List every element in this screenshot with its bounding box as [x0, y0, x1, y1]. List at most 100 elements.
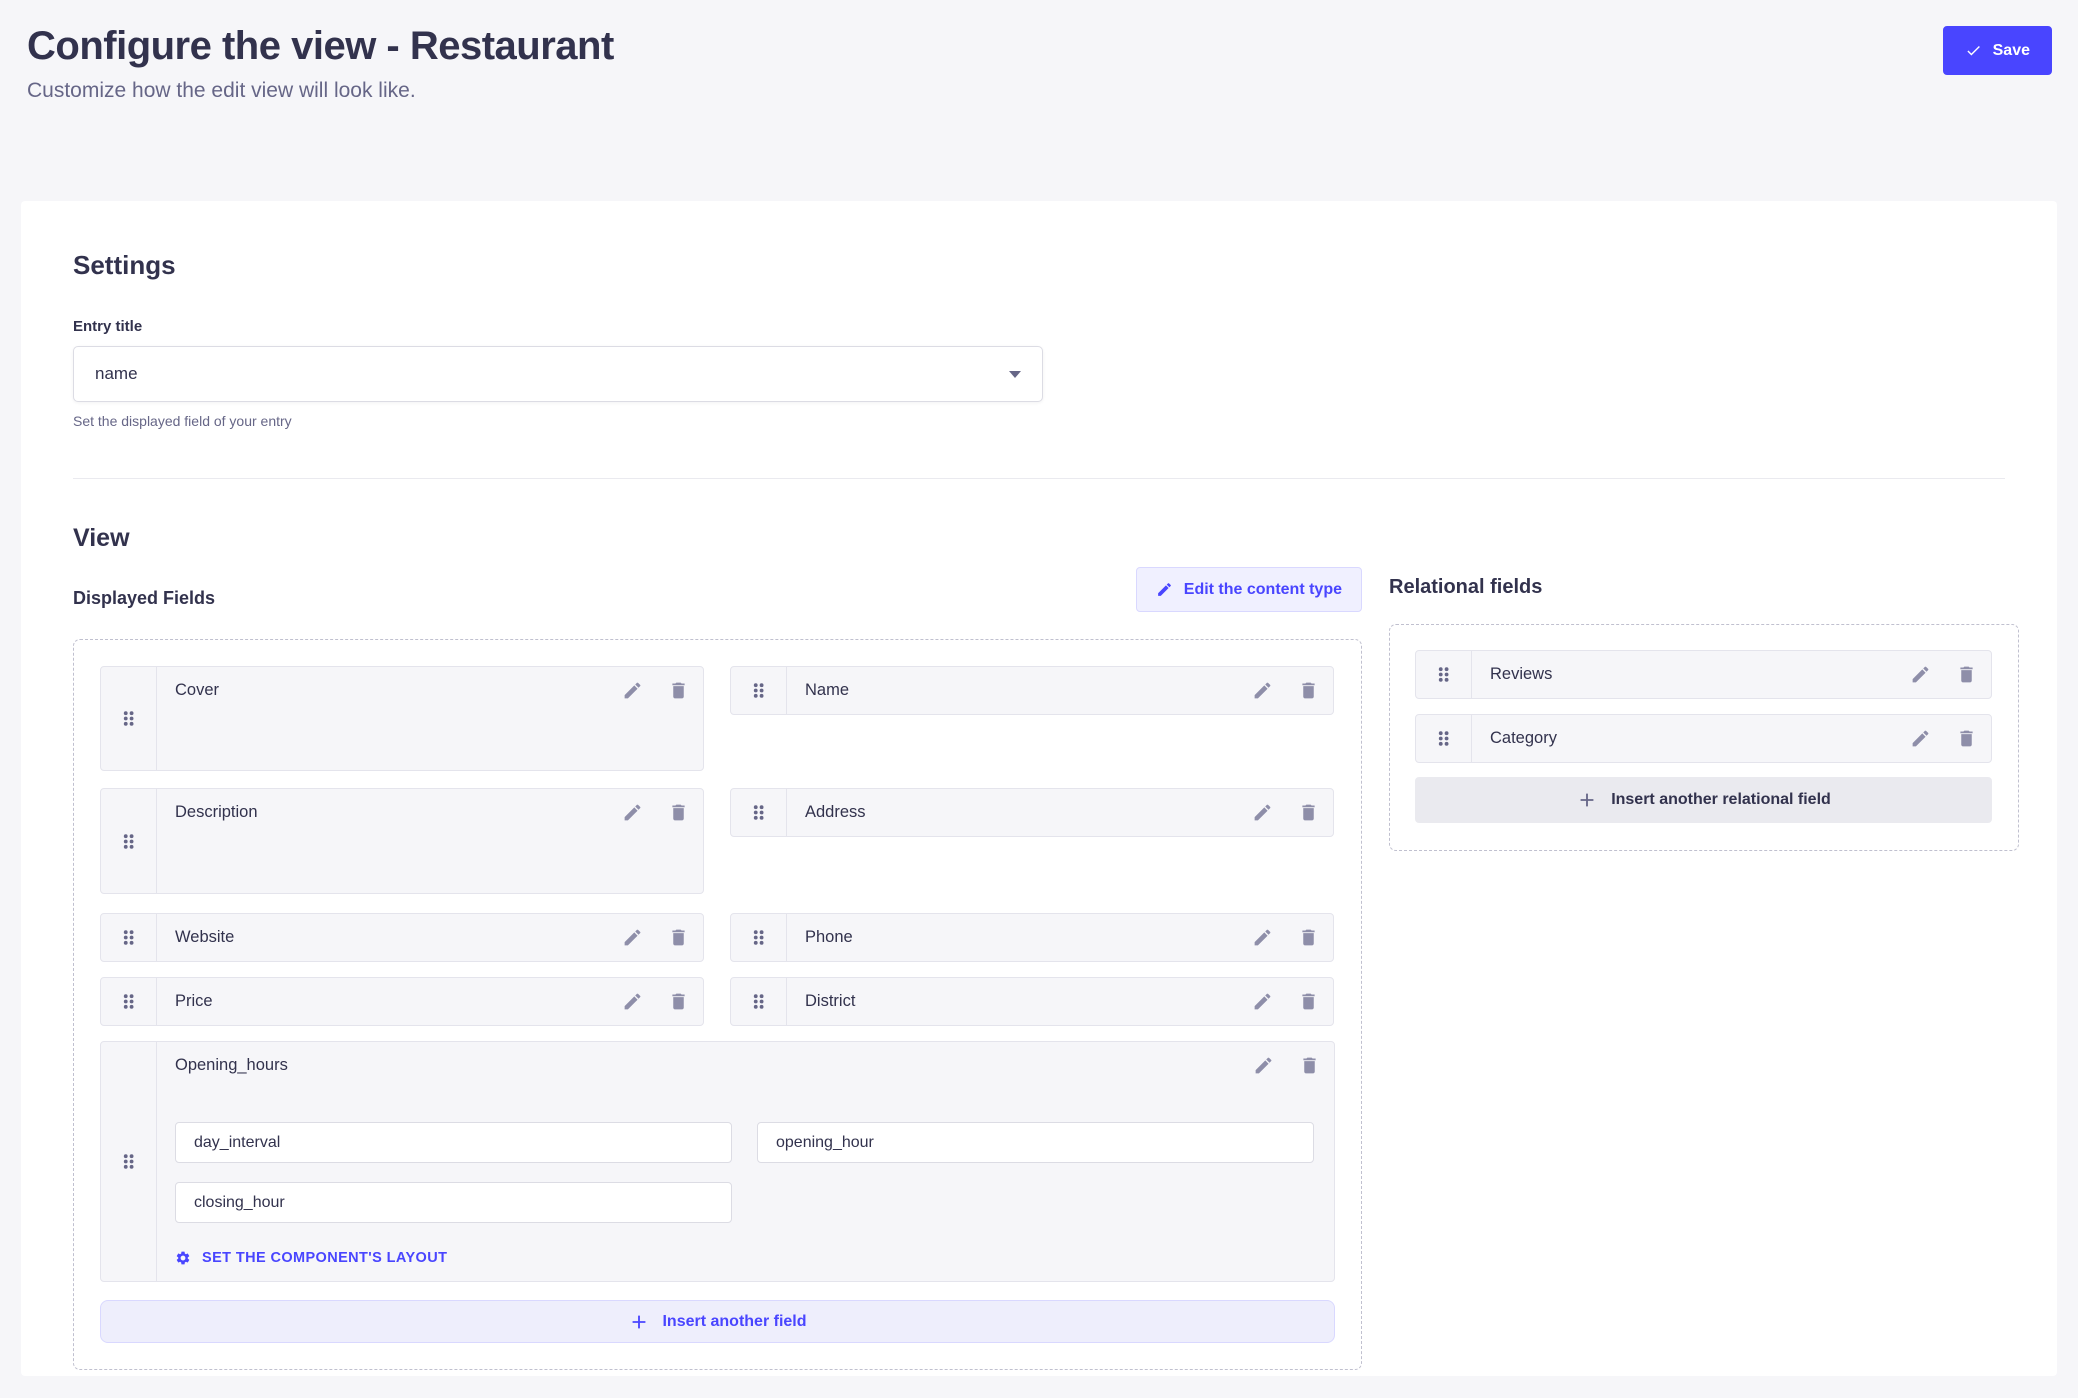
field-label: Address: [805, 803, 866, 822]
field-card-address[interactable]: Address: [730, 788, 1334, 837]
edit-content-type-button[interactable]: Edit the content type: [1136, 567, 1362, 612]
field-card-price[interactable]: Price: [100, 977, 704, 1026]
edit-field-button[interactable]: [1910, 664, 1931, 685]
pencil-icon: [1910, 728, 1931, 749]
displayed-fields-column: Displayed Fields Edit the content type: [73, 567, 1362, 1370]
drag-handle[interactable]: [731, 789, 787, 836]
drag-icon: [750, 993, 767, 1010]
edit-field-button[interactable]: [1252, 802, 1273, 823]
relational-fields-dropzone: Reviews Category: [1389, 624, 2019, 851]
field-label: Cover: [175, 681, 219, 700]
trash-icon: [1298, 680, 1319, 701]
trash-icon: [668, 802, 689, 823]
page-title: Configure the view - Restaurant: [27, 22, 614, 70]
displayed-fields-header: Displayed Fields Edit the content type: [73, 567, 1362, 612]
pencil-icon: [622, 680, 643, 701]
field-card-website[interactable]: Website: [100, 913, 704, 962]
set-component-layout-button[interactable]: SET THE COMPONENT'S LAYOUT: [175, 1250, 1334, 1266]
page-subtitle: Customize how the edit view will look li…: [27, 77, 614, 105]
drag-handle[interactable]: [1416, 651, 1472, 698]
relational-field-label: Reviews: [1490, 665, 1552, 684]
field-row: Cover Name: [100, 666, 1335, 771]
pencil-icon: [622, 927, 643, 948]
relational-fields-column: Relational fields Reviews: [1389, 567, 2019, 851]
pencil-icon: [1252, 927, 1273, 948]
relational-card-category[interactable]: Category: [1415, 714, 1992, 763]
set-component-layout-label: SET THE COMPONENT'S LAYOUT: [202, 1250, 447, 1266]
edit-content-type-label: Edit the content type: [1184, 581, 1342, 599]
delete-field-button[interactable]: [1298, 927, 1319, 948]
subfield-closing-hour[interactable]: closing_hour: [175, 1182, 732, 1223]
trash-icon: [1956, 664, 1977, 685]
configure-view-page: Configure the view - Restaurant Customiz…: [0, 0, 2078, 1398]
drag-icon: [120, 929, 137, 946]
subfield-label: day_interval: [194, 1134, 280, 1152]
field-label: Opening_hours: [175, 1056, 288, 1075]
drag-handle[interactable]: [731, 914, 787, 961]
delete-field-button[interactable]: [668, 802, 689, 823]
field-row: Website Phone: [100, 913, 1335, 962]
plus-icon: [628, 1311, 650, 1333]
subfield-label: opening_hour: [776, 1134, 874, 1152]
pencil-icon: [622, 802, 643, 823]
edit-field-button[interactable]: [622, 927, 643, 948]
delete-field-button[interactable]: [1298, 802, 1319, 823]
drag-handle[interactable]: [731, 667, 787, 714]
drag-handle[interactable]: [101, 978, 157, 1025]
delete-field-button[interactable]: [668, 680, 689, 701]
delete-field-button[interactable]: [1956, 664, 1977, 685]
drag-icon: [750, 682, 767, 699]
edit-field-button[interactable]: [1253, 1055, 1274, 1076]
settings-heading: Settings: [73, 250, 2005, 281]
trash-icon: [668, 991, 689, 1012]
edit-field-button[interactable]: [1910, 728, 1931, 749]
edit-field-button[interactable]: [622, 802, 643, 823]
field-label: Name: [805, 681, 849, 700]
relational-card-reviews[interactable]: Reviews: [1415, 650, 1992, 699]
insert-another-relational-field-label: Insert another relational field: [1611, 791, 1831, 809]
subfield-day-interval[interactable]: day_interval: [175, 1122, 732, 1163]
save-button[interactable]: Save: [1943, 26, 2052, 75]
edit-field-button[interactable]: [622, 991, 643, 1012]
field-card-cover[interactable]: Cover: [100, 666, 704, 771]
delete-field-button[interactable]: [668, 927, 689, 948]
insert-another-field-button[interactable]: Insert another field: [100, 1300, 1335, 1343]
field-label: Website: [175, 928, 234, 947]
drag-handle[interactable]: [101, 789, 157, 893]
delete-field-button[interactable]: [668, 991, 689, 1012]
edit-field-button[interactable]: [1252, 991, 1273, 1012]
drag-handle[interactable]: [101, 1042, 157, 1281]
displayed-fields-dropzone: Cover Name: [73, 639, 1362, 1370]
field-card-district[interactable]: District: [730, 977, 1334, 1026]
pencil-icon: [1252, 680, 1273, 701]
field-card-phone[interactable]: Phone: [730, 913, 1334, 962]
drag-handle[interactable]: [1416, 715, 1472, 762]
trash-icon: [668, 680, 689, 701]
entry-title-label: Entry title: [73, 318, 2005, 335]
drag-handle[interactable]: [101, 914, 157, 961]
trash-icon: [668, 927, 689, 948]
entry-title-select[interactable]: name: [73, 346, 1043, 402]
delete-field-button[interactable]: [1956, 728, 1977, 749]
entry-title-help: Set the displayed field of your entry: [73, 413, 2005, 429]
trash-icon: [1956, 728, 1977, 749]
field-card-name[interactable]: Name: [730, 666, 1334, 715]
drag-handle[interactable]: [731, 978, 787, 1025]
edit-field-button[interactable]: [622, 680, 643, 701]
drag-handle[interactable]: [101, 667, 157, 770]
insert-another-relational-field-button[interactable]: Insert another relational field: [1415, 777, 1992, 823]
edit-field-button[interactable]: [1252, 680, 1273, 701]
edit-field-button[interactable]: [1252, 927, 1273, 948]
field-card-opening-hours[interactable]: Opening_hours day_interval open: [100, 1041, 1335, 1282]
relational-fields-heading: Relational fields: [1389, 576, 2019, 599]
trash-icon: [1298, 927, 1319, 948]
insert-another-field-label: Insert another field: [662, 1313, 806, 1331]
field-card-description[interactable]: Description: [100, 788, 704, 894]
pencil-icon: [1156, 581, 1173, 598]
subfield-opening-hour[interactable]: opening_hour: [757, 1122, 1314, 1163]
delete-field-button[interactable]: [1299, 1055, 1320, 1076]
delete-field-button[interactable]: [1298, 991, 1319, 1012]
delete-field-button[interactable]: [1298, 680, 1319, 701]
entry-title-value: name: [95, 364, 138, 384]
drag-icon: [120, 833, 137, 850]
